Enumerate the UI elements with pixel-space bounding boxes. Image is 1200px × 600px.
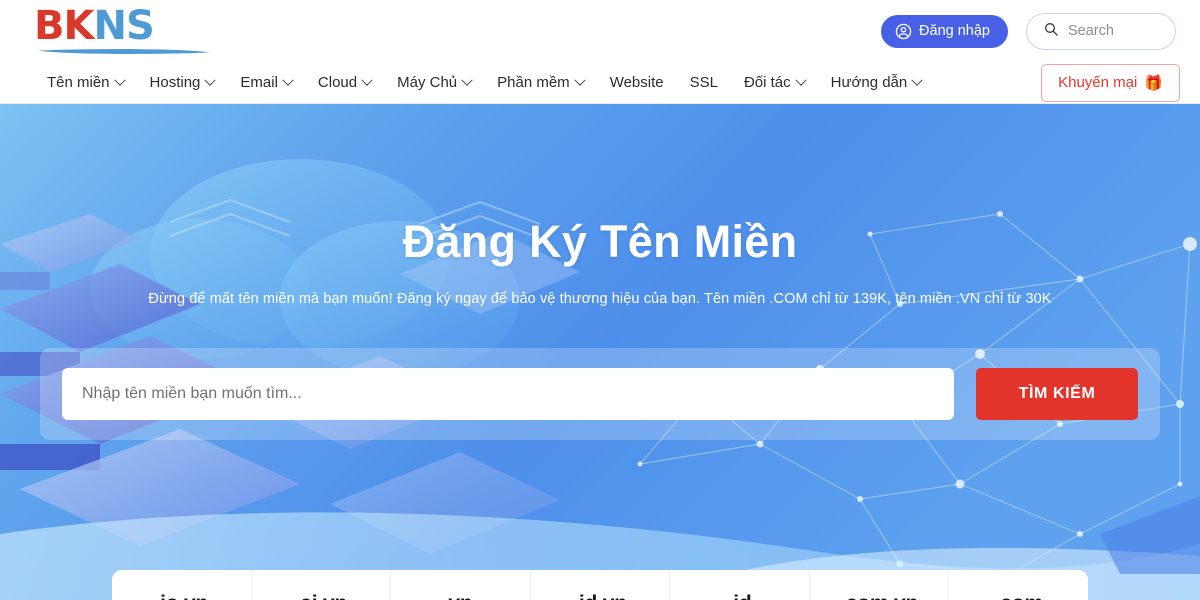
logo-text-bk: BK — [34, 3, 94, 49]
nav-label: Website — [609, 74, 664, 91]
tld-card[interactable]: .ai.vn 350.000đ/năm 550.000đ — [252, 570, 392, 600]
tld-card[interactable]: .id.vn 0đ/năm60.000đ — [531, 570, 671, 600]
nav-item-ten-mien[interactable]: Tên miền — [34, 68, 137, 97]
nav-label: Phần mềm — [497, 74, 570, 91]
tld-name: .id — [676, 592, 803, 600]
gift-icon: 🎁 — [1144, 74, 1163, 92]
nav-item-hosting[interactable]: Hosting — [137, 68, 228, 97]
logo-text-ns: NS — [93, 3, 154, 49]
page-root: BKNS Đăng nhập Search Tên miền Hosting E… — [0, 0, 1200, 600]
logo-wordmark: BKNS — [34, 6, 214, 46]
top-bar-actions: Đăng nhập Search — [881, 12, 1176, 50]
nav-label: Đối tác — [743, 74, 791, 91]
domain-search-input[interactable] — [62, 368, 954, 420]
nav-item-website[interactable]: Website — [597, 68, 677, 97]
tld-card[interactable]: .id 550.000đ /năm 650.000đ — [670, 570, 810, 600]
nav-item-may-chu[interactable]: Máy Chủ — [384, 68, 484, 97]
chevron-down-icon — [204, 74, 217, 86]
domain-search-button[interactable]: TÌM KIẾM — [976, 368, 1138, 420]
hero-subtitle: Đừng để mất tên miền mà bạn muốn! Đăng k… — [148, 291, 1052, 307]
promotion-button[interactable]: Khuyến mại 🎁 — [1041, 63, 1180, 102]
nav-label: Hướng dẫn — [830, 74, 908, 91]
chevron-down-icon — [113, 74, 126, 86]
chevron-down-icon — [282, 74, 294, 86]
chevron-down-icon — [911, 74, 923, 86]
nav-label: Tên miền — [47, 74, 110, 91]
chevron-down-icon — [794, 74, 807, 86]
nav-item-phan-mem[interactable]: Phần mềm — [484, 68, 597, 97]
nav-label: Cloud — [317, 74, 358, 91]
top-bar: BKNS Đăng nhập Search — [0, 0, 1200, 62]
chevron-down-icon — [361, 74, 373, 86]
tld-card[interactable]: .io.vn 30.000đ/năm 74.000đ — [112, 570, 252, 600]
tld-name: .ai.vn — [258, 592, 385, 600]
login-button[interactable]: Đăng nhập — [881, 14, 1008, 48]
nav-label: Email — [240, 74, 278, 91]
search-input[interactable]: Search — [1068, 23, 1114, 39]
nav-item-email[interactable]: Email — [227, 68, 305, 97]
nav-label: SSL — [689, 74, 718, 91]
login-button-label: Đăng nhập — [919, 23, 990, 39]
tld-carousel: .io.vn 30.000đ/năm 74.000đ .ai.vn 350.00… — [112, 570, 1088, 600]
nav-label: Hosting — [149, 74, 201, 91]
tld-name: .io.vn — [118, 592, 245, 600]
nav-label: Máy Chủ — [397, 74, 458, 91]
chevron-down-icon — [461, 74, 473, 86]
nav-item-huong-dan[interactable]: Hướng dẫn — [818, 68, 935, 97]
search-icon — [1043, 21, 1059, 42]
header-search[interactable]: Search — [1026, 12, 1176, 50]
tld-card[interactable]: .com 310.000đ/năm 399.000đ — [949, 570, 1088, 600]
nav-item-ssl[interactable]: SSL — [677, 68, 731, 97]
tld-list: .io.vn 30.000đ/năm 74.000đ .ai.vn 350.00… — [112, 570, 1088, 600]
nav-item-cloud[interactable]: Cloud — [305, 68, 384, 97]
logo-swoosh — [34, 49, 214, 54]
site-logo[interactable]: BKNS — [34, 6, 214, 56]
tld-card[interactable]: vn 450.000đ/năm 670.000đ — [391, 570, 531, 600]
tld-name: vn — [397, 592, 524, 600]
tld-name: .id.vn — [537, 592, 664, 600]
page-title: Đăng Ký Tên Miền — [402, 216, 798, 267]
chevron-down-icon — [574, 74, 586, 86]
domain-search-panel: TÌM KIẾM — [40, 348, 1160, 440]
hero-content: Đăng Ký Tên Miền Đừng để mất tên miền mà… — [0, 104, 1200, 307]
main-navigation: Tên miền Hosting Email Cloud Máy Chủ Phầ… — [0, 62, 1200, 104]
user-circle-icon — [895, 23, 912, 40]
nav-item-doi-tac[interactable]: Đối tác — [731, 68, 818, 97]
tld-name: .com.vn — [816, 592, 943, 600]
tld-card[interactable]: .com.vn 350.000đ/năm 570.000đ — [810, 570, 950, 600]
promotion-label: Khuyến mại — [1058, 74, 1138, 91]
hero-banner: Đăng Ký Tên Miền Đừng để mất tên miền mà… — [0, 104, 1200, 600]
tld-name: .com — [955, 592, 1082, 600]
